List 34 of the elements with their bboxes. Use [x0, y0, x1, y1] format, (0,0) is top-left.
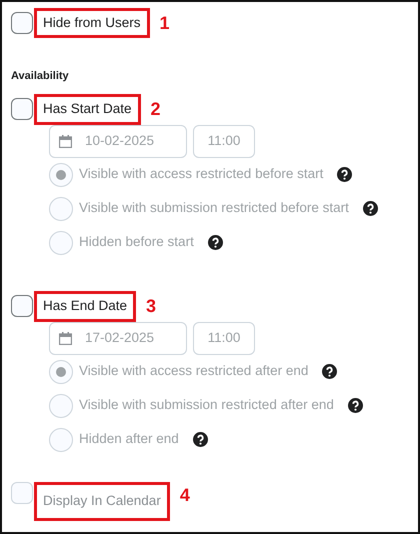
- time-field[interactable]: 11:00: [193, 124, 255, 158]
- help-icon[interactable]: [192, 432, 208, 447]
- radio-label: Hidden before start: [79, 233, 194, 252]
- section-heading: Availability: [11, 69, 70, 84]
- checkbox-label: Display In Calendar: [43, 492, 161, 510]
- callout-number: 4: [180, 484, 190, 506]
- callout-number: 3: [146, 294, 156, 318]
- callout-number: 2: [150, 98, 161, 120]
- radio-label: Visible with access restricted before start: [79, 165, 324, 184]
- help-icon[interactable]: [337, 167, 352, 182]
- checkbox[interactable]: [11, 98, 33, 120]
- radio-button[interactable]: [49, 394, 73, 418]
- checkbox[interactable]: [11, 12, 33, 34]
- radio-label: Visible with submission restricted before start: [79, 199, 349, 218]
- calendar-icon: [59, 332, 72, 344]
- help-icon[interactable]: [208, 235, 223, 250]
- radio-button[interactable]: [49, 162, 73, 186]
- radio-button[interactable]: [49, 196, 73, 220]
- help-icon[interactable]: [322, 364, 338, 379]
- checkbox[interactable]: [11, 295, 33, 317]
- radio-button[interactable]: [49, 360, 73, 384]
- radio-button[interactable]: [49, 230, 73, 254]
- time-field[interactable]: 11:00: [193, 322, 255, 354]
- checkbox-label: Has End Date: [43, 296, 128, 315]
- calendar-icon: [59, 134, 72, 148]
- radio-label: Visible with submission restricted after end: [79, 396, 334, 414]
- help-icon[interactable]: [362, 201, 378, 216]
- radio-label: Hidden after end: [79, 430, 179, 448]
- radio-label: Visible with access restricted after end: [79, 362, 308, 380]
- help-icon[interactable]: [348, 398, 363, 413]
- radio-button[interactable]: [49, 428, 73, 452]
- checkbox-label: Hide from Users: [43, 14, 141, 32]
- callout-number: 1: [160, 12, 170, 34]
- checkbox-label: Has Start Date: [43, 100, 132, 118]
